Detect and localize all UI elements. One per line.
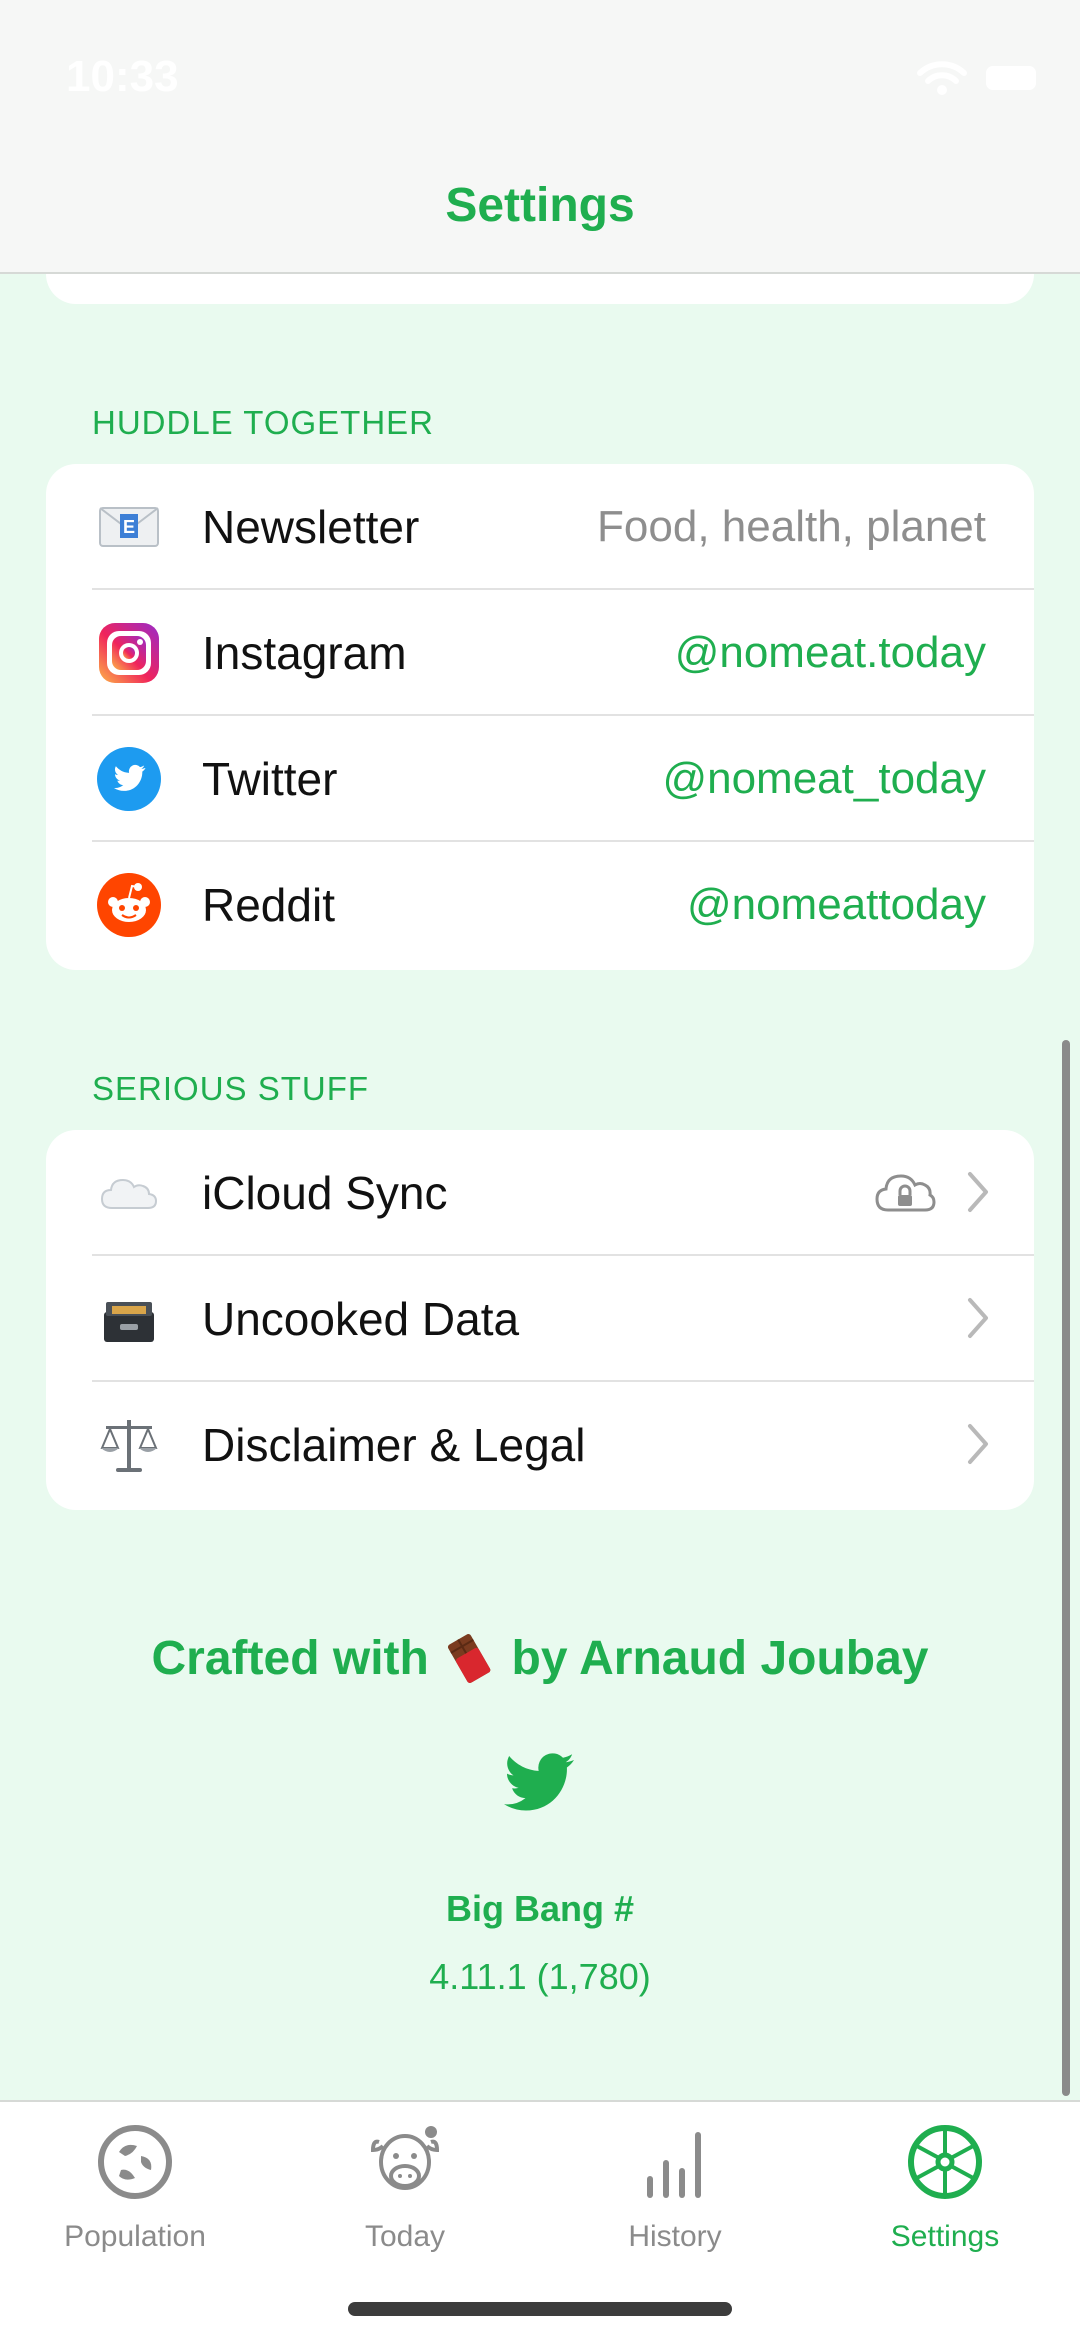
chevron-right-icon	[968, 1298, 988, 1338]
icloud-sync-label: iCloud Sync	[202, 1167, 448, 1219]
twitter-row[interactable]: Twitter @nomeat_today	[46, 716, 1034, 842]
instagram-handle[interactable]: @nomeat.today	[675, 628, 986, 678]
app-version: 4.11.1 (1,780)	[429, 1956, 651, 1997]
chocolate-bar-icon	[448, 1634, 491, 1683]
bar-chart-icon	[647, 2132, 701, 2198]
newsletter-label: Newsletter	[202, 501, 420, 553]
reddit-label: Reddit	[202, 879, 335, 931]
navigation-bar: 10:33 Settings	[0, 0, 1080, 274]
chevron-right-icon	[968, 1172, 988, 1212]
cloud-lock-icon	[875, 1174, 936, 1212]
tab-population[interactable]: Population	[0, 2122, 270, 2262]
tab-label-population: Population	[64, 2220, 206, 2253]
scales-icon	[100, 1420, 158, 1472]
twitter-bird-icon[interactable]	[504, 1752, 576, 1814]
section-header-huddle: HUDDLE TOGETHER	[92, 404, 435, 441]
instagram-icon	[99, 623, 159, 683]
crafted-suffix: by Arnaud Joubay	[511, 1632, 929, 1685]
icloud-sync-row[interactable]: iCloud Sync	[46, 1130, 1034, 1256]
newsletter-row[interactable]: E Newsletter Food, health, planet	[46, 464, 1034, 590]
newsletter-value: Food, health, planet	[597, 502, 986, 551]
svg-text:E: E	[123, 517, 135, 537]
crafted-prefix: Crafted with	[151, 1632, 429, 1685]
disclaimer-legal-label: Disclaimer & Legal	[202, 1419, 586, 1471]
section-header-serious: SERIOUS STUFF	[92, 1070, 370, 1107]
wifi-icon	[917, 61, 967, 95]
big-bang-label: Big Bang #	[445, 1888, 634, 1929]
wheel-icon	[908, 2125, 982, 2199]
cow-icon	[370, 2126, 440, 2190]
tab-settings[interactable]: Settings	[810, 2122, 1080, 2262]
uncooked-data-label: Uncooked Data	[202, 1293, 520, 1345]
tab-history[interactable]: History	[540, 2122, 810, 2262]
battery-icon	[986, 66, 1036, 90]
reddit-row[interactable]: Reddit @nomeattoday	[46, 842, 1034, 968]
twitter-icon	[97, 747, 161, 811]
tab-label-today: Today	[364, 2220, 446, 2253]
reddit-handle[interactable]: @nomeattoday	[687, 880, 986, 930]
instagram-row[interactable]: Instagram @nomeat.today	[46, 590, 1034, 716]
status-time: 10:33	[66, 52, 179, 101]
twitter-handle[interactable]: @nomeat_today	[662, 754, 986, 804]
population-icon	[98, 2125, 172, 2199]
chevron-right-icon	[968, 1424, 988, 1464]
scrollbar[interactable]	[1062, 1040, 1070, 2096]
tab-today[interactable]: Today	[270, 2122, 540, 2262]
tab-label-history: History	[628, 2220, 722, 2253]
crafted-credit[interactable]: Crafted with by Arnaud Joubay	[0, 1630, 1080, 1686]
twitter-label: Twitter	[202, 753, 338, 805]
envelope-icon: E	[99, 507, 159, 547]
reddit-icon	[97, 873, 161, 937]
tab-label-settings: Settings	[890, 2220, 1000, 2253]
serious-card: iCloud Sync Uncooked Data Disclaimer & L…	[46, 1130, 1034, 1510]
cloud-icon	[100, 1178, 158, 1209]
page-title: Settings	[445, 179, 635, 232]
uncooked-data-row[interactable]: Uncooked Data	[46, 1256, 1034, 1382]
huddle-card: E Newsletter Food, health, planet Instag…	[46, 464, 1034, 970]
disclaimer-legal-row[interactable]: Disclaimer & Legal	[46, 1382, 1034, 1508]
file-box-icon	[104, 1302, 154, 1342]
instagram-label: Instagram	[202, 627, 407, 679]
home-indicator[interactable]	[348, 2302, 732, 2316]
